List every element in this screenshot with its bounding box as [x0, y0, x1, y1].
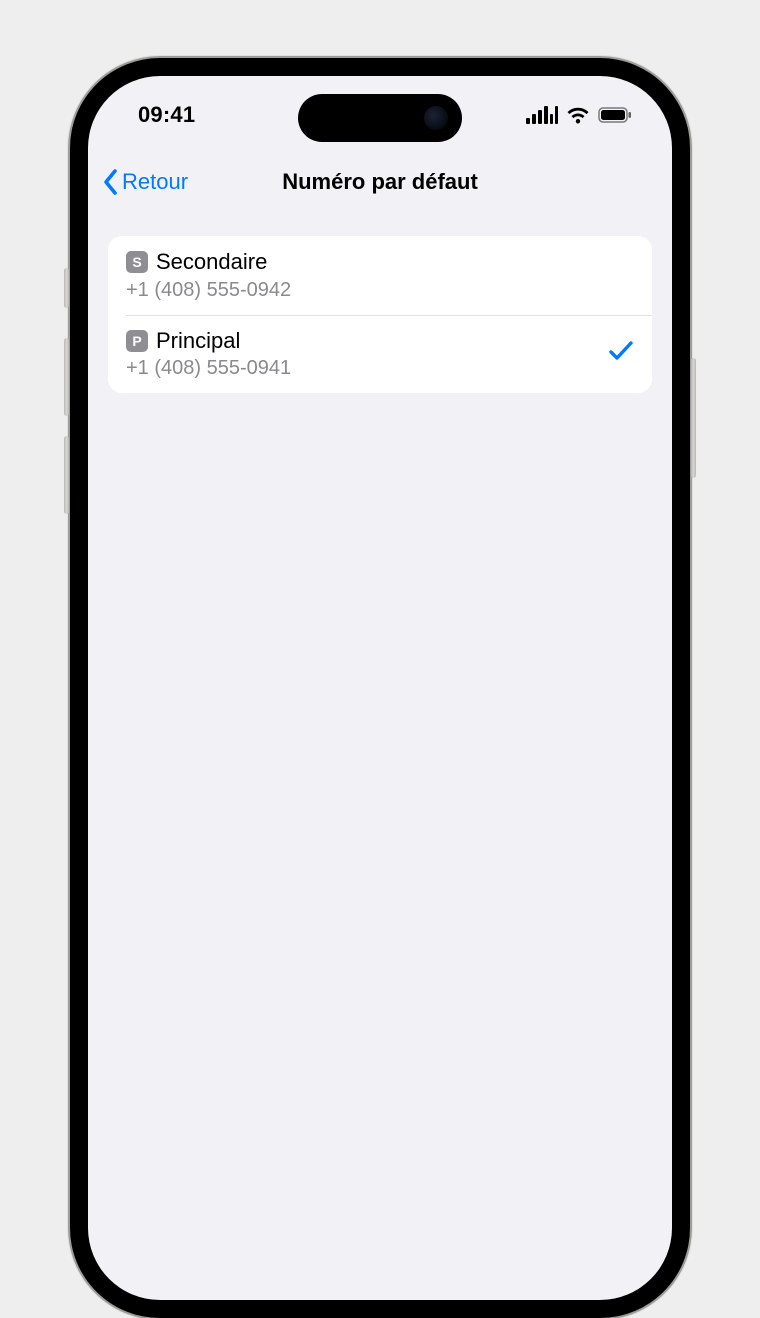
line-number: +1 (408) 555-0941	[126, 356, 598, 381]
back-button[interactable]: Retour	[102, 168, 188, 196]
power-button	[691, 358, 696, 478]
silence-switch	[64, 268, 69, 308]
line-row-principal[interactable]: P Principal +1 (408) 555-0941	[108, 315, 652, 394]
wifi-icon	[566, 106, 590, 124]
battery-icon	[598, 107, 632, 123]
content: S Secondaire +1 (408) 555-0942 P Princip…	[88, 210, 672, 393]
back-label: Retour	[122, 169, 188, 195]
checkmark-icon	[608, 339, 634, 368]
status-indicators	[526, 106, 632, 124]
dual-sim-signal-icon	[526, 106, 558, 124]
nav-bar: Retour Numéro par défaut	[88, 154, 672, 210]
line-badge-icon: P	[126, 330, 148, 352]
line-label: Principal	[156, 327, 598, 355]
line-text: Secondaire +1 (408) 555-0942	[156, 248, 634, 303]
line-badge-icon: S	[126, 251, 148, 273]
lines-list: S Secondaire +1 (408) 555-0942 P Princip…	[108, 236, 652, 393]
status-time: 09:41	[138, 102, 195, 128]
screen: 09:41	[88, 76, 672, 1300]
line-label: Secondaire	[156, 248, 634, 276]
line-number: +1 (408) 555-0942	[126, 278, 634, 303]
volume-down-button	[64, 436, 69, 514]
line-text: Principal +1 (408) 555-0941	[156, 327, 598, 382]
line-row-secondaire[interactable]: S Secondaire +1 (408) 555-0942	[108, 236, 652, 315]
phone-frame: 09:41	[70, 58, 690, 1318]
dynamic-island	[298, 94, 462, 142]
chevron-left-icon	[102, 168, 120, 196]
volume-up-button	[64, 338, 69, 416]
